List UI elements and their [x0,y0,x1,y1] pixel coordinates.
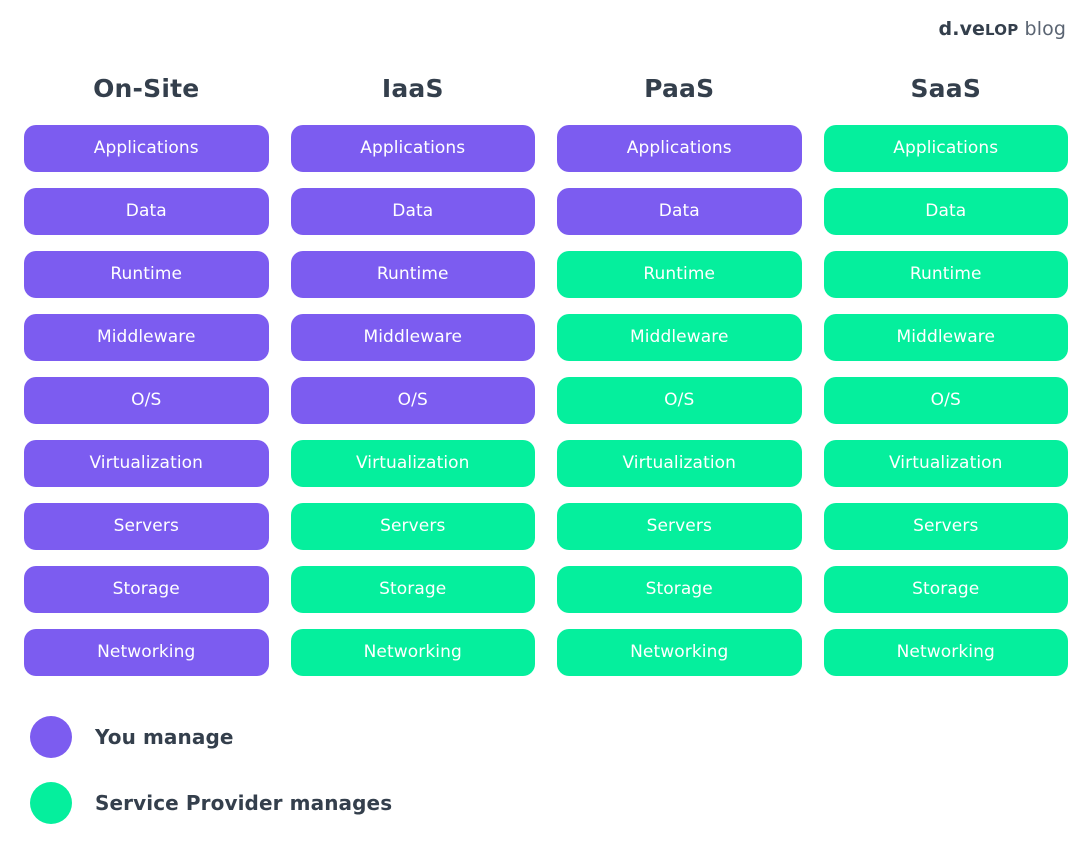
layer-pill: Data [823,188,1068,235]
legend-item-you: You manage [30,716,392,758]
layer-stack: Applications Data Runtime Middleware O/S Virt… [823,125,1068,676]
column-header: SaaS [910,73,982,103]
layer-pill: Storage [557,566,802,613]
layer-pill: Networking [290,629,535,676]
layer-pill: Runtime [290,251,535,298]
layer-pill: Servers [557,503,802,550]
layer-pill: Data [290,188,535,235]
layer-pill: Applications [24,125,269,172]
layer-pill: Data [557,188,802,235]
layer-pill: O/S [823,377,1068,424]
layer-pill: Runtime [24,251,269,298]
brand-part-blog: blog [1018,18,1066,40]
legend-label: Service Provider manages [95,791,393,815]
layer-stack: Applications Data Runtime Middleware O/S Virt… [290,125,535,676]
legend-item-provider: Service Provider manages [30,782,392,824]
legend-label: You manage [95,725,234,749]
layer-pill: O/S [24,377,269,424]
layer-pill: Virtualization [290,440,535,487]
layer-pill: Middleware [823,314,1068,361]
legend: You manage Service Provider manages [30,716,392,824]
column-iaas: IaaS Applications Data Runtime Middleware O/S… [290,62,535,676]
layer-pill: O/S [557,377,802,424]
layer-pill: Storage [290,566,535,613]
brand-part-lop: Lop [985,21,1019,39]
layer-pill: Virtualization [24,440,269,487]
legend-dot-icon [30,716,72,758]
layer-pill: Middleware [290,314,535,361]
responsibility-matrix: On-Site Applications Data Runtime Middleware… [24,62,1068,676]
brand-part-dve: d.ve [938,18,986,40]
column-on-site: On-Site Applications Data Runtime Middleware… [24,62,269,676]
layer-pill: Networking [823,629,1068,676]
layer-pill: Runtime [823,251,1068,298]
layer-pill: Virtualization [557,440,802,487]
layer-pill: Middleware [557,314,802,361]
layer-pill: Applications [290,125,535,172]
column-paas: PaaS Applications Data Runtime Middleware O/S… [557,62,802,676]
layer-pill: Storage [823,566,1068,613]
layer-pill: Servers [24,503,269,550]
column-header: On-Site [93,73,200,103]
layer-pill: Servers [290,503,535,550]
legend-dot-icon [30,782,72,824]
layer-pill: Networking [557,629,802,676]
layer-pill: Storage [24,566,269,613]
layer-pill: Virtualization [823,440,1068,487]
layer-pill: Data [24,188,269,235]
layer-pill: Networking [24,629,269,676]
layer-pill: Applications [823,125,1068,172]
layer-pill: O/S [290,377,535,424]
column-saas: SaaS Applications Data Runtime Middleware O/S… [823,62,1068,676]
column-header: IaaS [381,73,444,103]
brand-logo: d.veLop blog [939,20,1066,39]
layer-pill: Servers [823,503,1068,550]
layer-stack: Applications Data Runtime Middleware O/S Virt… [557,125,802,676]
layer-stack: Applications Data Runtime Middleware O/S Virt… [24,125,269,676]
column-header: PaaS [644,73,715,103]
layer-pill: Middleware [24,314,269,361]
layer-pill: Applications [557,125,802,172]
layer-pill: Runtime [557,251,802,298]
